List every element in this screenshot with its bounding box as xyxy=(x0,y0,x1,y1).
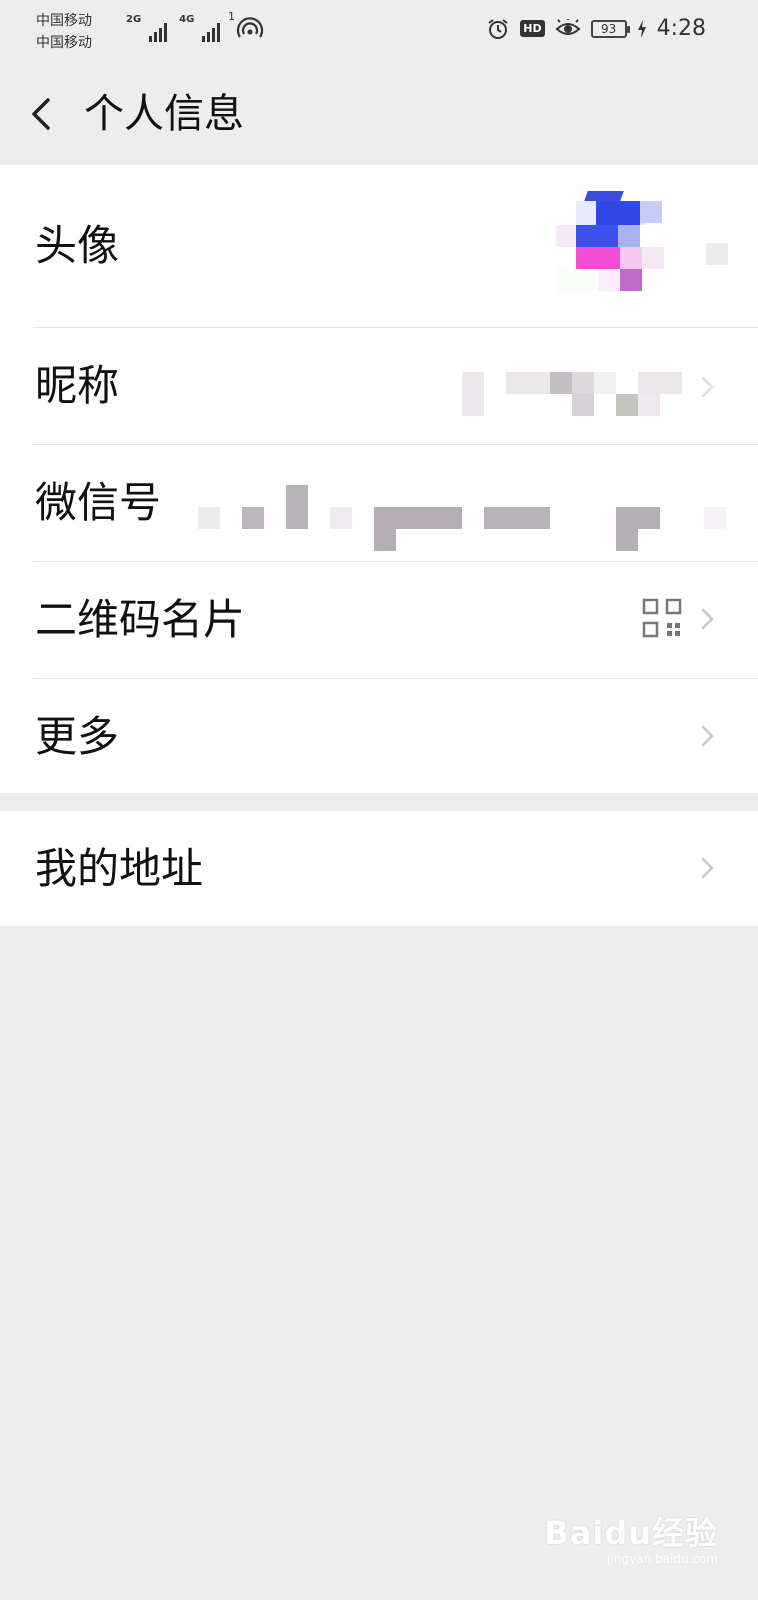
nickname-label: 昵称 xyxy=(35,361,120,410)
qr-code-icon xyxy=(642,598,682,638)
avatar[interactable] xyxy=(556,183,676,293)
wechat-id-row: 微信号 xyxy=(0,445,758,562)
charging-icon xyxy=(637,19,646,38)
watermark-sub: jingyan.baidu.com xyxy=(607,1552,718,1566)
nickname-value-redacted xyxy=(462,372,692,416)
nickname-row[interactable]: 昵称 xyxy=(0,328,758,445)
chevron-right-icon xyxy=(701,857,714,879)
eye-comfort-icon xyxy=(555,18,581,35)
carrier-labels: 中国移动 中国移动 xyxy=(36,10,92,54)
network-type-2: 4G xyxy=(179,14,195,25)
carrier-1: 中国移动 xyxy=(36,13,92,29)
qr-code-row[interactable]: 二维码名片 xyxy=(0,562,758,679)
my-address-label: 我的地址 xyxy=(35,844,204,893)
personal-info-screen: 中国移动 中国移动 2G 4G 1 HD 93 4:28 个人信息 头像 昵称 … xyxy=(0,0,758,1600)
signal-bars-1-icon xyxy=(149,20,168,42)
signal-bars-2-icon xyxy=(202,20,221,42)
address-group: 我的地址 xyxy=(0,811,758,926)
avatar-row[interactable]: 头像 xyxy=(0,165,758,328)
clock: 4:28 xyxy=(656,16,706,41)
chevron-right-icon xyxy=(701,725,714,747)
back-button[interactable] xyxy=(24,92,64,136)
profile-settings-group: 头像 昵称 微信号 二维码名片 更多 xyxy=(0,165,758,793)
hotspot-icon xyxy=(237,17,264,38)
battery-icon: 93 xyxy=(590,19,630,38)
alarm-icon xyxy=(488,18,508,39)
more-row[interactable]: 更多 xyxy=(0,679,758,793)
my-address-row[interactable]: 我的地址 xyxy=(0,811,758,926)
qr-code-label: 二维码名片 xyxy=(35,595,246,644)
wechat-id-value-redacted xyxy=(198,485,738,551)
carrier-2: 中国移动 xyxy=(36,35,92,51)
hd-icon: HD xyxy=(520,20,545,37)
battery-level: 93 xyxy=(600,21,617,36)
avatar-chevron-blurred xyxy=(706,243,728,265)
status-bar: 中国移动 中国移动 2G 4G 1 HD 93 4:28 xyxy=(0,0,758,68)
avatar-label: 头像 xyxy=(35,221,120,270)
hotspot-count: 1 xyxy=(228,10,235,23)
title-bar: 个人信息 xyxy=(0,68,758,163)
baidu-jingyan-watermark: Baidu经验 jingyan.baidu.com xyxy=(544,1508,718,1566)
watermark-main: Baidu经验 xyxy=(544,1514,718,1552)
status-right-icons: HD 93 4:28 xyxy=(486,16,706,41)
chevron-right-icon xyxy=(701,608,714,630)
more-label: 更多 xyxy=(35,712,120,761)
page-title: 个人信息 xyxy=(84,91,244,137)
chevron-right-icon xyxy=(701,376,714,398)
signal-indicators: 2G 4G xyxy=(126,14,264,42)
wechat-id-label: 微信号 xyxy=(35,478,162,527)
network-type-1: 2G xyxy=(126,14,142,25)
